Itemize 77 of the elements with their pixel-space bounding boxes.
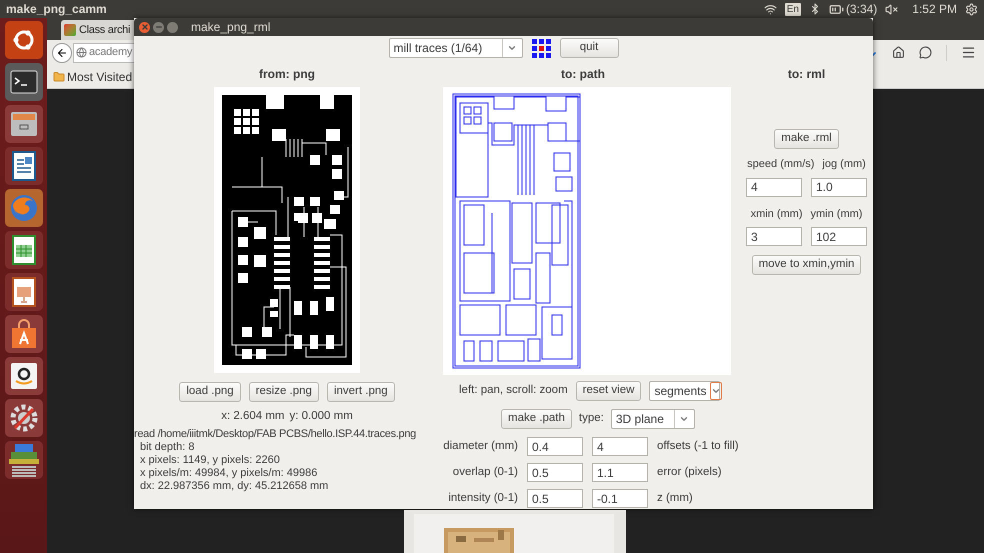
info-line: x pixels: 1149, y pixels: 2260 — [139, 454, 281, 468]
file-cabinet-icon[interactable] — [4, 105, 42, 143]
ubuntu-logo-icon[interactable] — [4, 21, 42, 59]
close-button[interactable] — [139, 22, 150, 32]
clock[interactable]: 1:52 PM — [912, 0, 957, 18]
volume-icon[interactable] — [885, 2, 898, 16]
spreadsheet-icon[interactable] — [4, 231, 42, 269]
keyboard-indicator[interactable]: En — [784, 2, 801, 16]
parameter-label: ymin (mm) — [810, 206, 862, 222]
caret-icon — [679, 414, 690, 424]
move-button[interactable]: move to xmin,ymin — [752, 255, 862, 275]
input-field[interactable]: 3 — [746, 227, 802, 246]
parameter-label: diameter (mm) — [442, 438, 518, 454]
reset-view-button[interactable]: reset view — [576, 381, 642, 401]
input-field[interactable]: 1.0 — [811, 178, 867, 196]
parameter-label: error (pixels) — [657, 464, 723, 480]
info-line: x pixels/m: 49984, y pixels/m: 49986 — [139, 467, 318, 480]
maximize-button[interactable] — [167, 22, 178, 32]
input-field[interactable]: 1.1 — [592, 463, 648, 482]
shopping-bag-icon[interactable] — [4, 315, 42, 353]
info-line: read /home/iiitmk/Desktop/FAB PCBS/hello.ISP.44.traces.png — [134, 428, 416, 442]
input-field[interactable]: 0.5 — [527, 463, 583, 482]
parameter-label: z (mm) — [657, 490, 694, 506]
presentation-icon[interactable] — [4, 273, 42, 311]
dropdown[interactable]: segments — [649, 381, 720, 401]
quit-button[interactable]: quit — [560, 38, 618, 58]
action-button[interactable]: load .png — [179, 382, 241, 402]
make-rml-button[interactable]: make .rml — [774, 129, 839, 149]
settings-icon[interactable] — [965, 2, 978, 16]
dropdown[interactable]: 3D plane — [610, 409, 695, 429]
input-field[interactable]: 4 — [592, 437, 648, 456]
make-path-button[interactable]: make .path — [501, 409, 572, 429]
caret-icon — [711, 386, 722, 396]
dot-grid-icon — [532, 38, 550, 58]
bookmark-folder[interactable]: Most Visited — [53, 68, 132, 86]
input-field[interactable]: 0.5 — [527, 489, 583, 508]
globe-icon — [76, 47, 87, 58]
parameter-label: intensity (0-1) — [447, 490, 518, 506]
parameter-label: speed (mm/s) — [747, 157, 814, 172]
info-line: bit depth: 8 — [139, 441, 196, 454]
action-button[interactable]: resize .png — [248, 382, 319, 402]
parameter-label: jog (mm) — [822, 157, 866, 172]
parameter-label: xmin (mm) — [750, 206, 802, 222]
column-heading: to: path — [561, 66, 605, 83]
info-line: dx: 22.987356 mm, dy: 45.212658 mm — [139, 480, 330, 494]
back-arrow-icon — [56, 46, 68, 58]
favicon-icon — [64, 24, 76, 36]
wifi-icon[interactable] — [764, 2, 777, 16]
dialog-title: make_png_rml — [191, 19, 270, 36]
view-hint: left: pan, scroll: zoom — [459, 383, 568, 398]
minimize-button[interactable] — [153, 22, 164, 32]
input-field[interactable]: -0.1 — [592, 489, 648, 508]
type-label: type: — [578, 411, 604, 426]
battery-time: (3:34) — [846, 1, 878, 18]
close-icon — [140, 23, 148, 31]
menu-icon[interactable] — [961, 45, 976, 60]
cursor-coordinate: x: 2.604 mm — [221, 409, 284, 424]
window-title: make_png_camm — [6, 1, 107, 18]
cursor-coordinate: y: 0.000 mm — [290, 409, 353, 424]
column-heading: from: png — [259, 66, 315, 83]
dropdown[interactable]: mill traces (1/64) — [388, 38, 522, 58]
input-field[interactable]: 0.4 — [527, 437, 583, 456]
stacked-windows-icon[interactable] — [4, 441, 42, 479]
caret-icon — [507, 43, 517, 53]
input-field[interactable]: 4 — [746, 178, 802, 196]
document-icon[interactable] — [4, 147, 42, 185]
column-heading: to: rml — [788, 66, 826, 83]
fox-globe-icon[interactable] — [4, 189, 42, 227]
parameter-label: offsets (-1 to fill) — [657, 438, 740, 454]
input-field[interactable]: 102 — [811, 227, 867, 246]
action-button[interactable]: invert .png — [326, 382, 395, 402]
terminal-icon[interactable] — [4, 63, 42, 101]
back-button[interactable] — [52, 42, 72, 62]
chat-icon[interactable] — [919, 46, 932, 59]
folder-icon — [53, 70, 65, 82]
parameter-label: overlap (0-1) — [452, 464, 518, 480]
home-icon[interactable] — [892, 46, 905, 59]
